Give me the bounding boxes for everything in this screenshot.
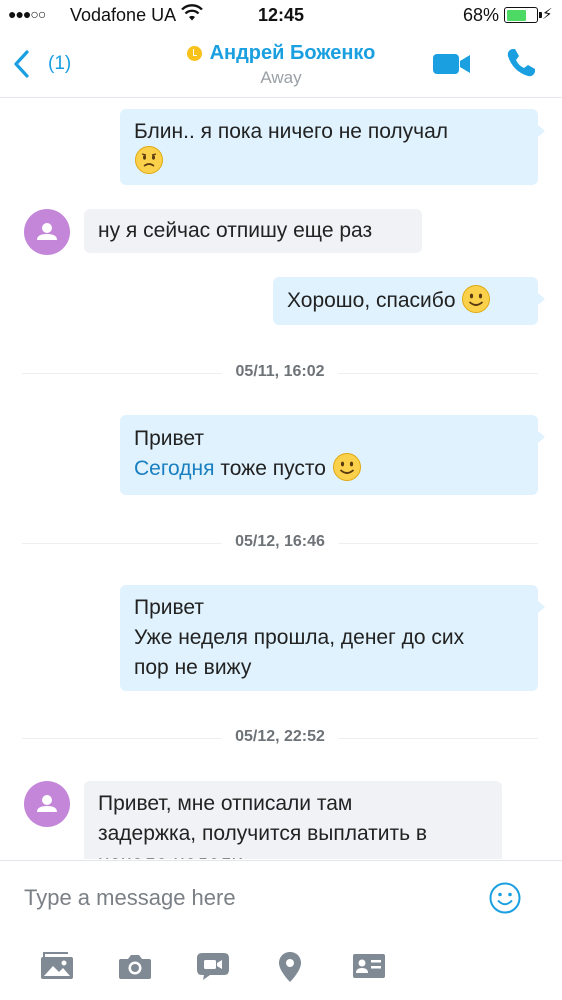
message-line: Привет bbox=[134, 596, 205, 619]
gallery-icon[interactable] bbox=[40, 951, 74, 981]
message-line: Привет bbox=[134, 427, 205, 450]
message-composer: Type a message here bbox=[0, 860, 562, 1000]
contact-card-icon[interactable] bbox=[352, 951, 386, 981]
date-label: 05/12, 16:46 bbox=[221, 533, 339, 551]
date-label: 05/12, 22:52 bbox=[221, 728, 339, 746]
message-text: Блин.. я пока ничего не получал bbox=[134, 120, 449, 143]
message-input[interactable]: Type a message here bbox=[24, 885, 236, 911]
clock: 12:45 bbox=[257, 5, 305, 25]
contact-avatar[interactable] bbox=[24, 781, 70, 827]
status-bar: ●●●○○ Vodafone UA 12:45 68% ⚡︎ bbox=[0, 0, 562, 30]
outgoing-message[interactable]: Блин.. я пока ничего не получал bbox=[120, 109, 545, 185]
unread-count: (1) bbox=[48, 53, 72, 74]
smile-emoticon-icon bbox=[332, 453, 361, 482]
phone-call-icon[interactable] bbox=[505, 47, 537, 79]
message-line: Привет, мне отписали там bbox=[98, 792, 353, 815]
contact-info[interactable]: Андрей Боженко Away bbox=[150, 42, 412, 88]
incoming-message[interactable]: ну я сейчас отпишу еще раз bbox=[84, 209, 422, 253]
camera-icon[interactable] bbox=[118, 951, 152, 981]
message-text: ну я сейчас отпишу еще раз bbox=[98, 219, 373, 242]
message-line: задержка, получится выплатить в bbox=[98, 822, 428, 845]
battery-percent: 68% bbox=[463, 5, 500, 25]
person-icon bbox=[37, 795, 57, 812]
wifi-icon bbox=[181, 4, 203, 21]
outgoing-message[interactable]: Привет Сегодня тоже пусто bbox=[120, 415, 545, 495]
conversation-header: (1) Андрей Боженко Away bbox=[0, 30, 562, 98]
message-line: начале недели bbox=[98, 849, 488, 859]
emoticon-picker-icon[interactable] bbox=[488, 881, 522, 915]
video-call-icon[interactable] bbox=[432, 52, 472, 76]
message-line: Уже неделя прошла, денег до сих bbox=[134, 626, 465, 649]
date-link[interactable]: Сегодня bbox=[134, 457, 214, 480]
battery-icon bbox=[504, 7, 542, 23]
message-list[interactable]: Блин.. я пока ничего не получал ну я сей… bbox=[0, 99, 562, 859]
smile-emoticon-icon bbox=[462, 285, 491, 314]
location-icon[interactable] bbox=[278, 951, 302, 983]
outgoing-message[interactable]: Хорошо, спасибо bbox=[273, 277, 545, 325]
back-button[interactable]: (1) bbox=[12, 44, 71, 84]
date-separator: 05/11, 16:02 bbox=[22, 361, 538, 385]
date-separator: 05/12, 22:52 bbox=[22, 726, 538, 750]
date-label: 05/11, 16:02 bbox=[221, 363, 339, 381]
message-line: пор не вижу bbox=[134, 656, 252, 679]
carrier-name: Vodafone UA bbox=[70, 5, 177, 25]
battery-fill bbox=[506, 9, 527, 21]
sad-emoticon-icon bbox=[135, 146, 163, 175]
incoming-message[interactable]: Привет, мне отписали там задержка, получ… bbox=[84, 781, 502, 859]
person-icon bbox=[37, 223, 57, 240]
charging-icon: ⚡︎ bbox=[542, 6, 553, 23]
away-status-icon bbox=[186, 46, 202, 61]
chevron-left-icon bbox=[14, 50, 29, 78]
presence-status: Away bbox=[260, 68, 302, 87]
contact-avatar[interactable] bbox=[24, 209, 70, 255]
message-text: тоже пусто bbox=[220, 457, 326, 480]
message-text: Хорошо, спасибо bbox=[287, 289, 456, 312]
contact-name: Андрей Боженко bbox=[209, 42, 376, 64]
date-separator: 05/12, 16:46 bbox=[22, 531, 538, 555]
outgoing-message[interactable]: Привет Уже неделя прошла, денег до сих п… bbox=[120, 585, 545, 691]
video-message-icon[interactable] bbox=[196, 951, 230, 981]
signal-strength-icon: ●●●○○ bbox=[8, 6, 46, 22]
